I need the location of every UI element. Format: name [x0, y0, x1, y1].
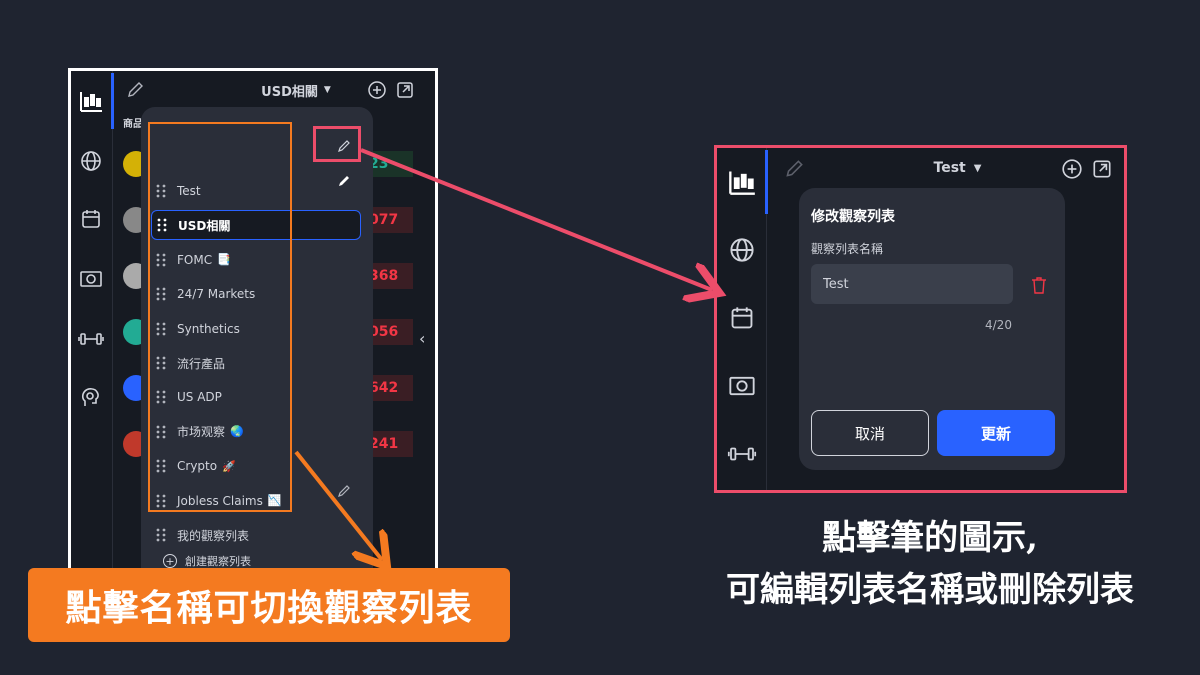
watchlist-title[interactable]: Test — [934, 160, 966, 176]
caption-switch-list: 點擊名稱可切換觀察列表 — [28, 568, 510, 642]
cancel-button[interactable]: 取消 — [811, 410, 929, 456]
popout-icon[interactable] — [1091, 158, 1113, 180]
name-field-label: 觀察列表名稱 — [811, 242, 884, 256]
trash-icon[interactable] — [1031, 276, 1047, 294]
edit-watchlist-modal: 修改觀察列表 觀察列表名稱 4/20 取消 更新 — [799, 188, 1065, 470]
create-watchlist-label: 創建觀察列表 — [185, 555, 251, 568]
pencil-icon[interactable] — [783, 158, 805, 180]
pencil-icon[interactable] — [125, 80, 145, 100]
modal-title: 修改觀察列表 — [811, 209, 895, 225]
calendar-icon[interactable] — [724, 300, 760, 336]
pink-highlight-box — [313, 126, 361, 162]
dumbbell-icon[interactable] — [724, 436, 760, 472]
candles-icon[interactable] — [724, 164, 760, 200]
brain-icon[interactable] — [75, 381, 107, 413]
left-sidebar — [71, 71, 114, 605]
edit-pencil-icon[interactable] — [337, 174, 351, 188]
add-circle-icon[interactable] — [1061, 158, 1083, 180]
chevron-down-icon[interactable]: ▼ — [974, 163, 982, 174]
chevron-down-icon[interactable]: ▼ — [324, 85, 331, 95]
watchlist-name-input[interactable] — [811, 264, 1013, 304]
calendar-icon[interactable] — [75, 203, 107, 235]
orange-highlight-box — [148, 122, 292, 512]
edit-pencil-icon[interactable] — [337, 484, 351, 498]
column-header-symbol: 商品 — [123, 119, 143, 130]
watchlist-title[interactable]: USD相關 — [261, 81, 318, 100]
dumbbell-icon[interactable] — [75, 323, 107, 355]
caption-line-2: 可編輯列表名稱或刪除列表 — [726, 570, 1134, 610]
create-watchlist-button[interactable]: + 創建觀察列表 — [163, 553, 251, 569]
watchlist-header: USD相關 ▼ — [113, 71, 435, 109]
right-sidebar — [717, 148, 768, 490]
globe-icon[interactable] — [724, 232, 760, 268]
caption-edit-delete: 點擊筆的圖示, 可編輯列表名稱或刪除列表 — [680, 512, 1180, 616]
banknote-icon[interactable] — [75, 263, 107, 295]
add-circle-icon[interactable] — [367, 80, 387, 100]
right-screenshot-frame: Test ▼ 修改觀察列表 觀察列表名稱 4/20 取消 更新 — [714, 145, 1127, 493]
candles-icon[interactable] — [75, 85, 107, 117]
plus-icon: + — [163, 554, 177, 568]
drag-handle-icon[interactable] — [155, 528, 167, 542]
char-counter: 4/20 — [985, 318, 1012, 332]
banknote-icon[interactable] — [724, 368, 760, 404]
update-button[interactable]: 更新 — [937, 410, 1055, 456]
caption-line-1: 點擊筆的圖示, — [822, 518, 1038, 558]
popout-icon[interactable] — [395, 80, 415, 100]
watchlist-header: Test ▼ — [767, 148, 1124, 188]
globe-icon[interactable] — [75, 145, 107, 177]
watchlist-item-label: 我的觀察列表 — [177, 528, 250, 543]
watchlist-item[interactable]: 我的觀察列表 — [151, 520, 361, 550]
chevron-left-icon[interactable]: ‹ — [419, 329, 425, 348]
